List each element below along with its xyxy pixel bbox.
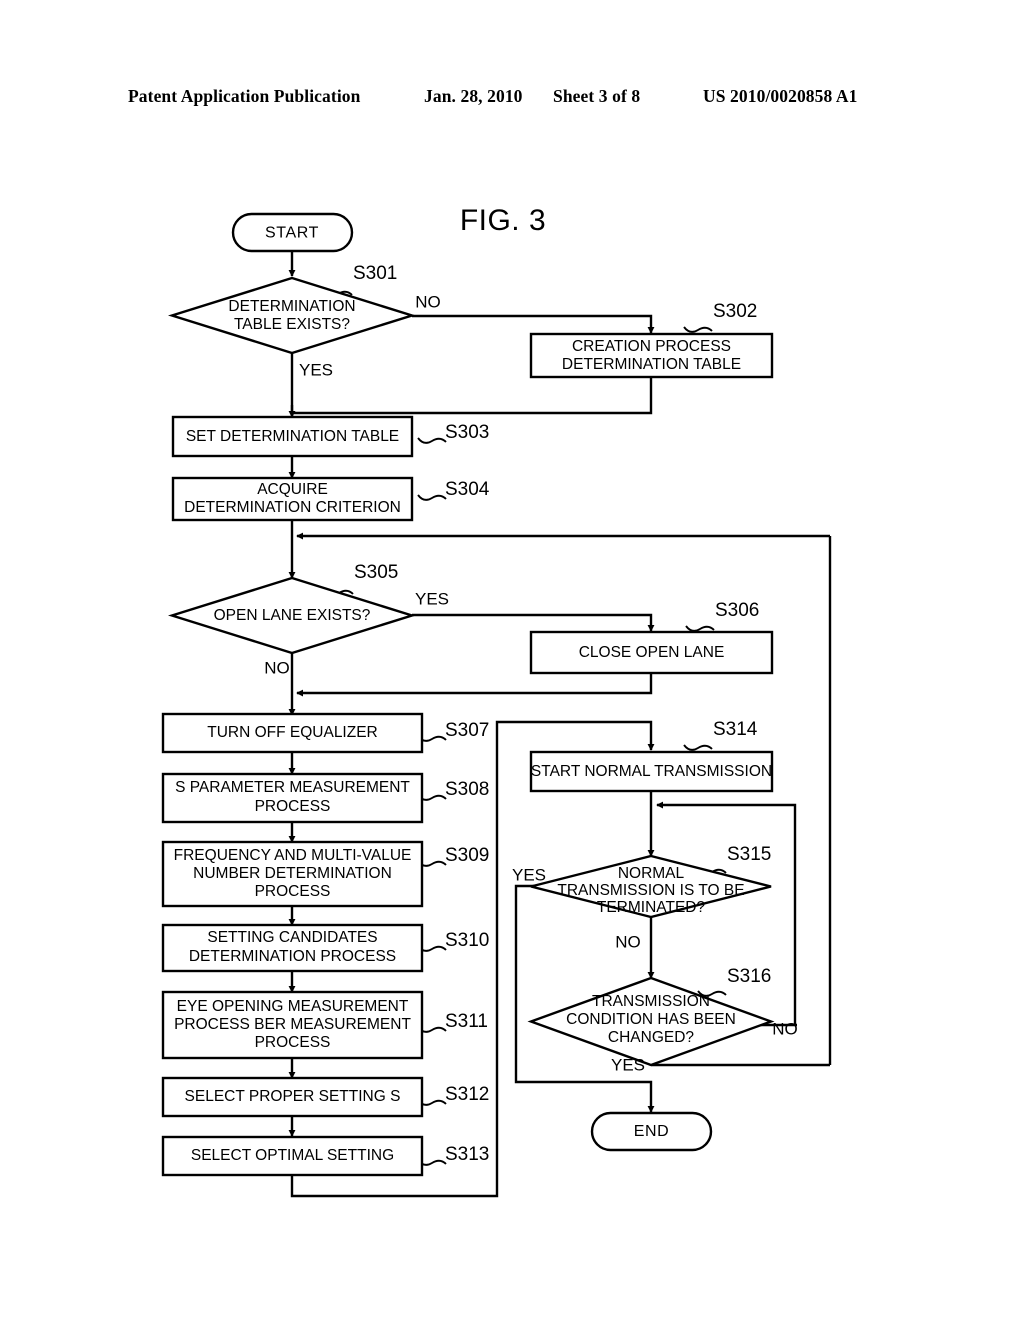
process-s307-line1: TURN OFF EQUALIZER <box>207 724 378 741</box>
process-s308: S PARAMETER MEASUREMENT PROCESS <box>163 774 422 822</box>
process-s309: FREQUENCY AND MULTI-VALUE NUMBER DETERMI… <box>163 842 422 906</box>
process-s312: SELECT PROPER SETTING S <box>163 1078 422 1116</box>
step-label-s309: S309 <box>445 845 489 866</box>
terminal-end-label: END <box>634 1123 670 1140</box>
step-label-s306: S306 <box>715 600 759 621</box>
process-s311-line3: PROCESS <box>255 1034 331 1051</box>
leader-s306 <box>686 626 714 631</box>
step-label-s301: S301 <box>353 263 397 284</box>
step-label-s313: S313 <box>445 1144 489 1165</box>
branch-label-s305-yes: YES <box>415 589 449 608</box>
step-label-s316: S316 <box>727 966 771 987</box>
decision-s315-line2: TRANSMISSION IS TO BE <box>557 882 744 899</box>
step-label-s311: S311 <box>445 1011 488 1032</box>
figure-title: FIG. 3 <box>460 204 546 237</box>
decision-s305-line1: OPEN LANE EXISTS? <box>214 607 371 624</box>
process-s302: CREATION PROCESS DETERMINATION TABLE <box>531 334 772 377</box>
process-s304: ACQUIRE DETERMINATION CRITERION <box>173 478 412 520</box>
step-label-s303: S303 <box>445 422 489 443</box>
step-label-s307: S307 <box>445 720 489 741</box>
process-s309-line2: NUMBER DETERMINATION <box>193 865 392 882</box>
process-s311: EYE OPENING MEASUREMENT PROCESS BER MEAS… <box>163 992 422 1058</box>
process-s309-line3: PROCESS <box>255 883 331 900</box>
connector-s305-yes-to-s306 <box>412 615 651 631</box>
process-s311-line2: PROCESS BER MEASUREMENT <box>174 1016 411 1033</box>
leader-s302 <box>684 327 712 332</box>
process-s310-line1: SETTING CANDIDATES <box>207 929 377 946</box>
process-s309-line1: FREQUENCY AND MULTI-VALUE <box>174 847 412 864</box>
leader-s303 <box>418 438 446 443</box>
process-s306-line1: CLOSE OPEN LANE <box>579 644 725 661</box>
process-s312-line1: SELECT PROPER SETTING S <box>185 1088 401 1105</box>
process-s313: SELECT OPTIMAL SETTING <box>163 1137 422 1175</box>
decision-s315-line1: NORMAL <box>618 865 685 882</box>
process-s306: CLOSE OPEN LANE <box>531 632 772 673</box>
terminal-start: START <box>233 214 352 251</box>
leader-s304 <box>418 495 446 500</box>
branch-label-s315-no: NO <box>615 932 641 951</box>
flowchart-figure: FIG. 3 <box>0 0 1024 1320</box>
step-label-s304: S304 <box>445 479 490 500</box>
branch-label-s316-no: NO <box>772 1019 798 1038</box>
decision-s305: OPEN LANE EXISTS? <box>172 578 412 653</box>
branch-label-s301-yes: YES <box>299 360 333 379</box>
process-s304-line2: DETERMINATION CRITERION <box>184 499 401 516</box>
decision-s301: DETERMINATION TABLE EXISTS? <box>172 278 412 353</box>
branch-label-s305-no: NO <box>264 658 290 677</box>
process-s302-line1: CREATION PROCESS <box>572 338 731 355</box>
decision-s315-line3: TERMINATED? <box>597 899 706 916</box>
decision-s301-line2: TABLE EXISTS? <box>234 316 350 333</box>
terminal-start-label: START <box>265 225 319 242</box>
decision-s301-line1: DETERMINATION <box>228 298 355 315</box>
connector-s301-no-to-s302 <box>412 316 651 333</box>
step-label-s314: S314 <box>713 719 758 740</box>
process-s310: SETTING CANDIDATES DETERMINATION PROCESS <box>163 925 422 971</box>
process-s314: START NORMAL TRANSMISSION <box>531 752 772 791</box>
terminal-end: END <box>592 1113 711 1150</box>
process-s304-line1: ACQUIRE <box>257 481 328 498</box>
process-s307: TURN OFF EQUALIZER <box>163 714 422 752</box>
decision-s316-line3: CHANGED? <box>608 1029 695 1046</box>
process-s303-line1: SET DETERMINATION TABLE <box>186 428 399 445</box>
leader-s314 <box>684 745 712 750</box>
step-label-s308: S308 <box>445 779 489 800</box>
decision-s315: NORMAL TRANSMISSION IS TO BE TERMINATED? <box>531 856 771 917</box>
connector-s302-to-spine <box>294 377 651 413</box>
step-label-s315: S315 <box>727 844 771 865</box>
process-s311-line1: EYE OPENING MEASUREMENT <box>177 998 409 1015</box>
process-s313-line1: SELECT OPTIMAL SETTING <box>191 1147 394 1164</box>
branch-label-s315-yes: YES <box>512 865 546 884</box>
decision-s316: TRANSMISSION CONDITION HAS BEEN CHANGED? <box>531 978 771 1065</box>
branch-label-s301-no: NO <box>415 292 441 311</box>
process-s308-line2: PROCESS <box>255 798 331 815</box>
step-label-s310: S310 <box>445 930 489 951</box>
decision-s316-line1: TRANSMISSION <box>592 993 710 1010</box>
process-s310-line2: DETERMINATION PROCESS <box>189 948 396 965</box>
process-s308-line1: S PARAMETER MEASUREMENT <box>175 779 410 796</box>
step-label-s312: S312 <box>445 1084 489 1105</box>
process-s314-line1: START NORMAL TRANSMISSION <box>531 763 772 780</box>
patent-figure-page: Patent Application Publication Jan. 28, … <box>0 0 1024 1320</box>
process-s302-line2: DETERMINATION TABLE <box>562 356 741 373</box>
step-label-s302: S302 <box>713 301 757 322</box>
branch-label-s316-yes: YES <box>611 1055 645 1074</box>
process-s303: SET DETERMINATION TABLE <box>173 417 412 456</box>
connector-s306-to-spine <box>297 673 651 693</box>
step-label-s305: S305 <box>354 562 398 583</box>
decision-s316-line2: CONDITION HAS BEEN <box>566 1011 736 1028</box>
